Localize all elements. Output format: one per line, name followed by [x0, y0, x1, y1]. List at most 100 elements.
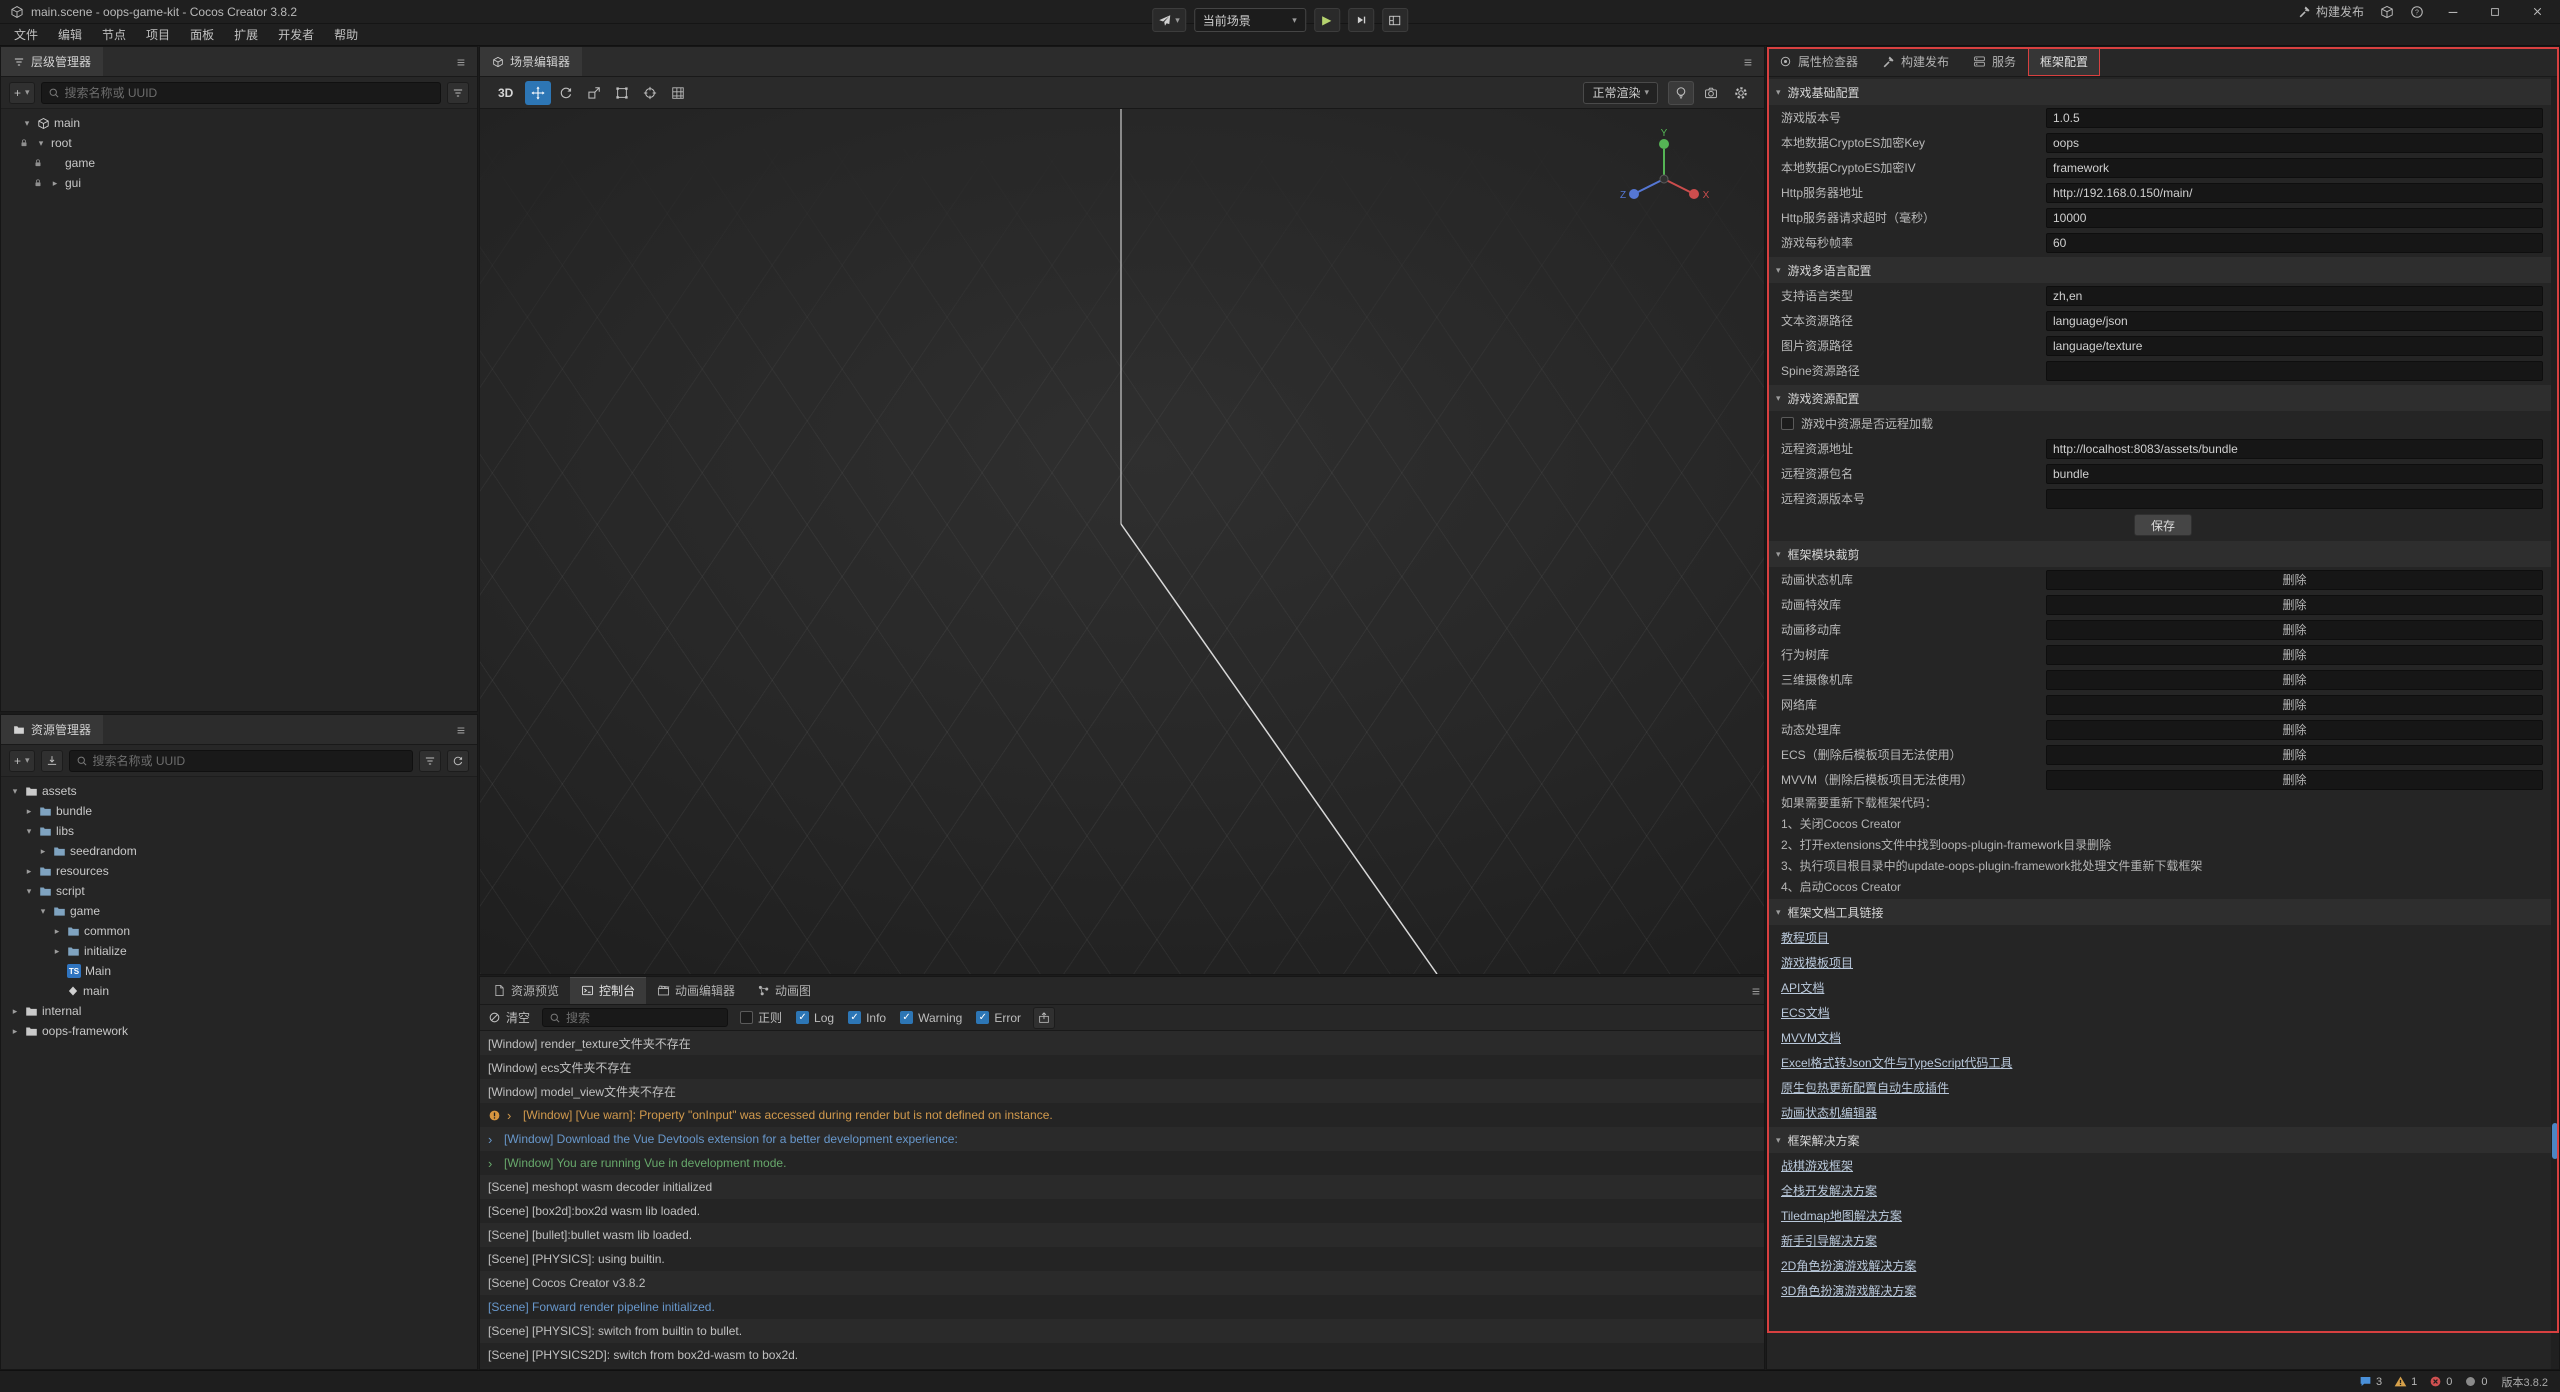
delete-module-button[interactable]: 删除 — [2046, 570, 2543, 590]
help-icon[interactable]: ? — [2410, 5, 2424, 19]
expand-icon[interactable]: › — [488, 1133, 498, 1146]
console-tab-0[interactable]: 资源预览 — [482, 977, 570, 1004]
render-mode-select[interactable]: 正常渲染▾ — [1583, 82, 1658, 104]
assets-filter-button[interactable] — [419, 750, 441, 772]
menu-item-5[interactable]: 扩展 — [224, 24, 268, 46]
checkbox-icon[interactable]: ✓ — [900, 1011, 913, 1024]
chevron-icon[interactable]: ▸ — [51, 946, 63, 957]
projection-toggle[interactable]: 3D — [490, 86, 521, 100]
asset-node-initialize[interactable]: ▸initialize — [1, 941, 477, 961]
assets-search-input[interactable] — [93, 754, 406, 768]
menu-item-3[interactable]: 项目 — [136, 24, 180, 46]
refresh-button[interactable] — [447, 750, 469, 772]
open-log-file-button[interactable] — [1033, 1007, 1055, 1029]
asset-node-main[interactable]: main — [1, 981, 477, 1001]
doc-link[interactable]: 新手引导解决方案 — [1781, 1232, 1877, 1249]
delete-module-button[interactable]: 删除 — [2046, 620, 2543, 640]
filter-4[interactable]: ✓Error — [976, 1009, 1021, 1026]
delete-module-button[interactable]: 删除 — [2046, 595, 2543, 615]
remote-load-checkbox[interactable] — [1781, 417, 1794, 430]
step-button[interactable] — [1348, 8, 1374, 32]
checkbox-icon[interactable] — [740, 1011, 753, 1024]
delete-module-button[interactable]: 删除 — [2046, 720, 2543, 740]
property-input[interactable] — [2046, 208, 2543, 228]
maximize-button[interactable] — [2482, 2, 2508, 22]
hierarchy-search-input[interactable] — [65, 86, 434, 100]
log-row[interactable]: [Window] ecs文件夹不存在 — [480, 1055, 1764, 1079]
chevron-icon[interactable]: ▸ — [51, 926, 63, 937]
log-row[interactable]: [Scene] [PHYSICS2D]: switch from box2d-w… — [480, 1343, 1764, 1367]
hierarchy-node-gui[interactable]: ▸gui — [1, 173, 477, 193]
chevron-icon[interactable]: ▸ — [23, 866, 35, 877]
log-row[interactable]: [Window] model_view文件夹不存在 — [480, 1079, 1764, 1103]
property-input[interactable] — [2046, 311, 2543, 331]
play-button[interactable]: ▶ — [1314, 8, 1340, 32]
doc-link[interactable]: Excel格式转Json文件与TypeScript代码工具 — [1781, 1054, 2012, 1071]
log-row[interactable]: [Scene] [box2d]:box2d wasm lib loaded. — [480, 1199, 1764, 1223]
section-header-3[interactable]: ▾框架模块裁剪 — [1767, 541, 2559, 567]
checkbox-icon[interactable]: ✓ — [848, 1011, 861, 1024]
inspector-scrollbar[interactable] — [2551, 77, 2559, 1369]
property-input[interactable] — [2046, 464, 2543, 484]
doc-link[interactable]: 原生包热更新配置自动生成插件 — [1781, 1079, 1949, 1096]
grid-tool[interactable] — [665, 81, 691, 105]
inspector-tab-2[interactable]: 服务 — [1961, 47, 2028, 76]
expand-icon[interactable]: › — [507, 1109, 517, 1122]
camera-settings-button[interactable] — [1698, 81, 1724, 105]
log-row[interactable]: [Scene] Forward render pipeline initiali… — [480, 1295, 1764, 1319]
save-button[interactable]: 保存 — [2134, 514, 2192, 536]
scale-tool[interactable] — [581, 81, 607, 105]
property-input[interactable] — [2046, 361, 2543, 381]
package-icon[interactable] — [2380, 5, 2394, 19]
hierarchy-tab[interactable]: 层级管理器 — [1, 47, 103, 76]
section-header-4[interactable]: ▾框架文档工具链接 — [1767, 899, 2559, 925]
section-header-2[interactable]: ▾游戏资源配置 — [1767, 385, 2559, 411]
clear-console-button[interactable]: 清空 — [488, 1009, 530, 1026]
property-input[interactable] — [2046, 158, 2543, 178]
gizmo-settings-button[interactable] — [1728, 81, 1754, 105]
build-publish-button[interactable]: 构建发布 — [2298, 3, 2364, 20]
property-input[interactable] — [2046, 233, 2543, 253]
hierarchy-node-root[interactable]: ▾root — [1, 133, 477, 153]
log-row[interactable]: [Scene] [bullet]:bullet wasm lib loaded. — [480, 1223, 1764, 1247]
filter-0[interactable]: 正则 — [740, 1009, 782, 1026]
chevron-icon[interactable]: ▾ — [23, 826, 35, 837]
filter-3[interactable]: ✓Warning — [900, 1009, 962, 1026]
minimize-button[interactable] — [2440, 2, 2466, 22]
menu-item-1[interactable]: 编辑 — [48, 24, 92, 46]
orientation-gizmo[interactable]: Y X Z — [1616, 127, 1712, 223]
log-row[interactable]: [Scene] meshopt wasm decoder initialized — [480, 1175, 1764, 1199]
chevron-icon[interactable]: ▾ — [9, 786, 21, 797]
panel-menu-icon[interactable]: ≡ — [453, 722, 469, 738]
section-header-1[interactable]: ▾游戏多语言配置 — [1767, 257, 2559, 283]
chevron-icon[interactable]: ▾ — [37, 906, 49, 917]
section-header-5[interactable]: ▾框架解决方案 — [1767, 1127, 2559, 1153]
panel-menu-icon[interactable]: ≡ — [1740, 54, 1756, 70]
property-input[interactable] — [2046, 133, 2543, 153]
close-button[interactable] — [2524, 2, 2550, 22]
doc-link[interactable]: ECS文档 — [1781, 1004, 1830, 1021]
property-input[interactable] — [2046, 489, 2543, 509]
hierarchy-node-game[interactable]: game — [1, 153, 477, 173]
property-input[interactable] — [2046, 286, 2543, 306]
delete-module-button[interactable]: 删除 — [2046, 695, 2543, 715]
section-header-0[interactable]: ▾游戏基础配置 — [1767, 79, 2559, 105]
property-input[interactable] — [2046, 336, 2543, 356]
light-toggle[interactable] — [1668, 81, 1694, 105]
scene-select[interactable]: 当前场景▾ — [1194, 8, 1306, 32]
layout-button[interactable] — [1382, 8, 1408, 32]
hierarchy-node-main[interactable]: ▾main — [1, 113, 477, 133]
log-row[interactable]: [Scene] [PHYSICS]: switch from builtin t… — [480, 1319, 1764, 1343]
inspector-tab-3[interactable]: 框架配置 — [2028, 47, 2100, 76]
doc-link[interactable]: 教程项目 — [1781, 929, 1829, 946]
delete-module-button[interactable]: 删除 — [2046, 670, 2543, 690]
doc-link[interactable]: Tiledmap地图解决方案 — [1781, 1207, 1902, 1224]
log-row[interactable]: [Scene] [PHYSICS]: using builtin. — [480, 1247, 1764, 1271]
doc-link[interactable]: 全栈开发解决方案 — [1781, 1182, 1877, 1199]
inspector-tab-0[interactable]: 属性检查器 — [1767, 47, 1870, 76]
chevron-icon[interactable]: ▾ — [23, 886, 35, 897]
asset-node-bundle[interactable]: ▸bundle — [1, 801, 477, 821]
checkbox-icon[interactable]: ✓ — [976, 1011, 989, 1024]
doc-link[interactable]: 战棋游戏框架 — [1781, 1157, 1853, 1174]
doc-link[interactable]: 2D角色扮演游戏解决方案 — [1781, 1257, 1916, 1274]
